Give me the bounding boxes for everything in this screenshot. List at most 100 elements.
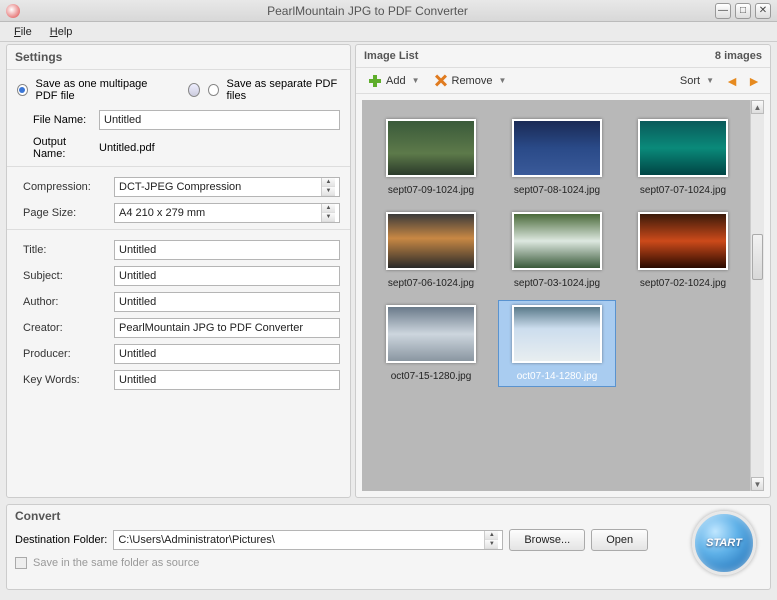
window-title: PearlMountain JPG to PDF Converter — [20, 4, 715, 18]
list-item[interactable]: sept07-07-1024.jpg — [624, 114, 742, 201]
chevron-down-icon[interactable]: ▼ — [498, 76, 506, 85]
list-item[interactable]: sept07-02-1024.jpg — [624, 207, 742, 294]
start-label: START — [706, 537, 742, 549]
title-input[interactable] — [114, 240, 340, 260]
dest-label: Destination Folder: — [15, 534, 107, 546]
producer-label: Producer: — [17, 348, 110, 360]
thumbnail-label: sept07-03-1024.jpg — [514, 278, 600, 289]
list-item[interactable]: oct07-14-1280.jpg — [498, 300, 616, 387]
scrollbar[interactable]: ▲ ▼ — [750, 100, 764, 491]
same-folder-label: Save in the same folder as source — [33, 557, 199, 569]
convert-title: Convert — [15, 509, 762, 523]
radio-save-separate-icon — [188, 83, 200, 97]
thumbnail-image — [638, 119, 728, 177]
imagelist-title: Image List — [364, 50, 418, 62]
compression-label: Compression: — [17, 181, 110, 193]
thumbnail-image — [386, 119, 476, 177]
list-item[interactable]: sept07-06-1024.jpg — [372, 207, 490, 294]
thumbnail-label: sept07-09-1024.jpg — [388, 185, 474, 196]
pagesize-select[interactable]: A4 210 x 279 mm ▲▼ — [114, 203, 340, 223]
radio-save-one[interactable] — [17, 84, 28, 96]
settings-panel: Settings Save as one multipage PDF file … — [6, 44, 351, 498]
pagesize-value: A4 210 x 279 mm — [119, 207, 205, 219]
chevron-down-icon[interactable]: ▼ — [706, 76, 714, 85]
maximize-button[interactable]: □ — [735, 3, 751, 19]
add-button[interactable]: Add ▼ — [364, 72, 424, 90]
radio-save-one-label: Save as one multipage PDF file — [36, 78, 167, 102]
next-arrow-icon[interactable]: ► — [746, 74, 762, 88]
producer-input[interactable] — [114, 344, 340, 364]
imagelist-panel: Image List 8 images Add ▼ Remove ▼ Sort … — [355, 44, 771, 498]
close-button[interactable]: ✕ — [755, 3, 771, 19]
author-label: Author: — [17, 296, 110, 308]
title-label: Title: — [17, 244, 110, 256]
radio-save-separate-label: Save as separate PDF files — [227, 78, 340, 102]
author-input[interactable] — [114, 292, 340, 312]
chevron-up-icon[interactable]: ▲ — [322, 204, 335, 213]
thumbnail-image — [386, 305, 476, 363]
thumbnail-label: oct07-14-1280.jpg — [517, 371, 598, 382]
thumbnail-label: oct07-15-1280.jpg — [391, 371, 472, 382]
thumbnail-image — [512, 305, 602, 363]
chevron-down-icon[interactable]: ▼ — [322, 213, 335, 222]
sort-label: Sort — [680, 75, 700, 87]
chevron-down-icon[interactable]: ▼ — [485, 540, 498, 549]
remove-icon — [434, 74, 448, 88]
scrollbar-thumb[interactable] — [752, 234, 763, 280]
list-item[interactable]: sept07-08-1024.jpg — [498, 114, 616, 201]
add-label: Add — [386, 75, 406, 87]
scrollbar-track[interactable] — [751, 114, 764, 477]
settings-title: Settings — [7, 45, 350, 70]
chevron-down-icon[interactable]: ▼ — [412, 76, 420, 85]
outputname-label: Output Name: — [17, 136, 95, 160]
keywords-label: Key Words: — [17, 374, 110, 386]
convert-panel: Convert Destination Folder: C:\Users\Adm… — [6, 504, 771, 590]
filename-input[interactable] — [99, 110, 340, 130]
subject-input[interactable] — [114, 266, 340, 286]
list-item[interactable]: sept07-03-1024.jpg — [498, 207, 616, 294]
menu-help[interactable]: Help — [42, 24, 81, 40]
list-item[interactable]: sept07-09-1024.jpg — [372, 114, 490, 201]
filename-label: File Name: — [17, 114, 95, 126]
scroll-down-icon[interactable]: ▼ — [751, 477, 764, 491]
subject-label: Subject: — [17, 270, 110, 282]
menu-file[interactable]: File — [6, 24, 40, 40]
dest-value: C:\Users\Administrator\Pictures\ — [118, 534, 274, 546]
thumbnail-image — [386, 212, 476, 270]
plus-icon — [368, 74, 382, 88]
browse-button[interactable]: Browse... — [509, 529, 585, 551]
menubar: File Help — [0, 22, 777, 42]
chevron-up-icon[interactable]: ▲ — [485, 531, 498, 540]
minimize-button[interactable]: — — [715, 3, 731, 19]
chevron-down-icon[interactable]: ▼ — [322, 187, 335, 196]
thumbnail-image — [512, 212, 602, 270]
remove-label: Remove — [452, 75, 493, 87]
pagesize-label: Page Size: — [17, 207, 110, 219]
thumbnail-grid: sept07-09-1024.jpg sept07-08-1024.jpg se… — [362, 100, 750, 491]
remove-button[interactable]: Remove ▼ — [430, 72, 511, 90]
start-button[interactable]: START — [692, 511, 756, 575]
thumbnail-label: sept07-06-1024.jpg — [388, 278, 474, 289]
scroll-up-icon[interactable]: ▲ — [751, 100, 764, 114]
thumbnail-label: sept07-07-1024.jpg — [640, 185, 726, 196]
keywords-input[interactable] — [114, 370, 340, 390]
imagelist-count: 8 images — [715, 50, 762, 62]
list-item[interactable]: oct07-15-1280.jpg — [372, 300, 490, 387]
titlebar: PearlMountain JPG to PDF Converter — □ ✕ — [0, 0, 777, 22]
prev-arrow-icon[interactable]: ◄ — [724, 74, 740, 88]
thumbnail-image — [638, 212, 728, 270]
dest-folder-select[interactable]: C:\Users\Administrator\Pictures\ ▲▼ — [113, 530, 503, 550]
open-button[interactable]: Open — [591, 529, 648, 551]
creator-input[interactable] — [114, 318, 340, 338]
outputname-value: Untitled.pdf — [99, 142, 155, 154]
thumbnail-image — [512, 119, 602, 177]
thumbnail-label: sept07-08-1024.jpg — [514, 185, 600, 196]
compression-value: DCT-JPEG Compression — [119, 181, 241, 193]
same-folder-checkbox[interactable] — [15, 557, 27, 569]
creator-label: Creator: — [17, 322, 110, 334]
compression-select[interactable]: DCT-JPEG Compression ▲▼ — [114, 177, 340, 197]
chevron-up-icon[interactable]: ▲ — [322, 178, 335, 187]
radio-save-separate[interactable] — [208, 84, 219, 96]
sort-button[interactable]: Sort ▼ — [676, 73, 718, 89]
app-icon — [6, 4, 20, 18]
